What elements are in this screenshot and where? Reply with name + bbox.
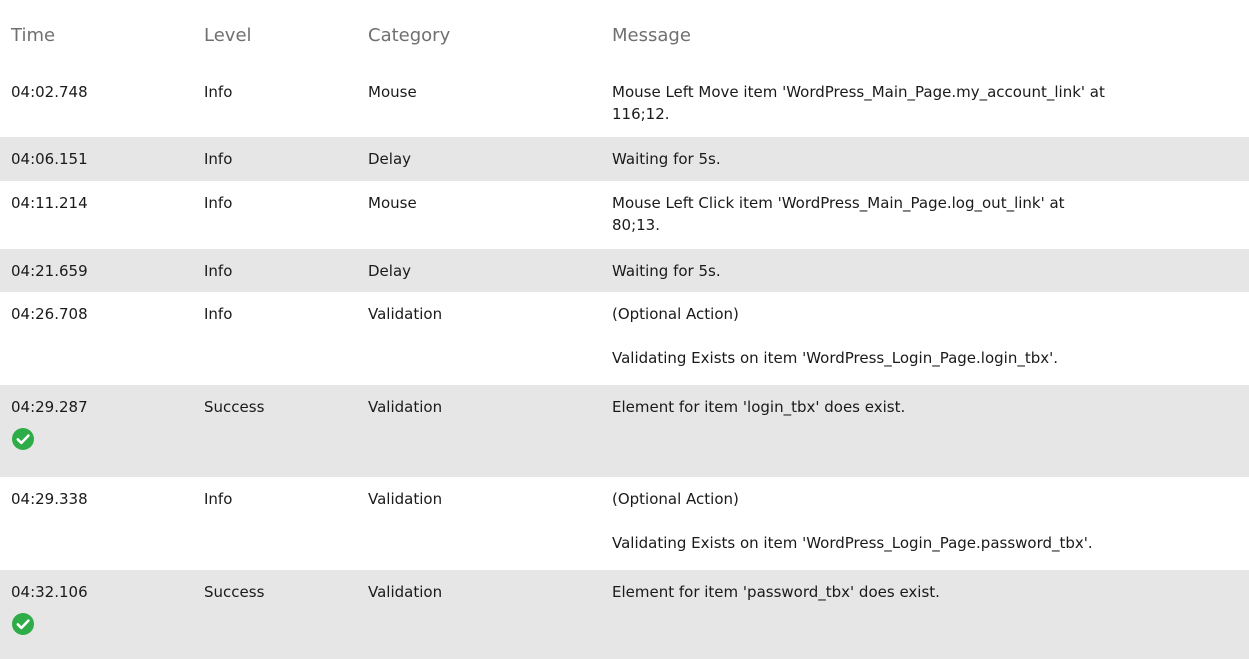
row-category: Validation — [368, 398, 443, 416]
row-time: 04:29.338 — [11, 490, 88, 508]
row-level: Info — [204, 83, 233, 101]
row-level: Info — [204, 490, 233, 508]
column-header-message[interactable]: Message — [598, 25, 1249, 46]
row-category: Validation — [368, 583, 443, 601]
row-message: Element for item 'password_tbx' does exi… — [598, 581, 1249, 659]
row-category: Validation — [368, 490, 443, 508]
row-time-text: 04:32.106 — [11, 583, 88, 601]
message-line: Validating Exists on item 'WordPress_Log… — [612, 349, 1059, 367]
message-line: 80;13. — [612, 216, 660, 234]
message-line: Mouse Left Click item 'WordPress_Main_Pa… — [612, 194, 1065, 212]
row-level: Info — [204, 194, 233, 212]
message-line: Element for item 'password_tbx' does exi… — [612, 583, 940, 601]
check-circle-icon — [12, 613, 34, 635]
row-time: 04:29.287 — [0, 396, 201, 477]
table-row[interactable]: 04:26.708 Info Validation (Optional Acti… — [0, 292, 1249, 385]
row-message: Waiting for 5s. — [598, 260, 1249, 292]
row-category: Validation — [368, 305, 443, 323]
row-message: Waiting for 5s. — [598, 148, 1249, 181]
message-line: (Optional Action) — [612, 305, 739, 323]
row-level: Success — [204, 583, 265, 601]
message-spacer — [612, 325, 1235, 347]
table-row[interactable]: 04:02.748 Info Mouse Mouse Left Move ite… — [0, 70, 1249, 137]
row-level: Info — [204, 150, 233, 168]
column-header-time[interactable]: Time — [0, 25, 201, 46]
row-category: Mouse — [368, 83, 417, 101]
table-row[interactable]: 04:06.151 Info Delay Waiting for 5s. — [0, 137, 1249, 181]
message-line: Waiting for 5s. — [612, 150, 721, 168]
row-category: Delay — [368, 262, 412, 280]
message-line: Validating Exists on item 'WordPress_Log… — [612, 534, 1093, 552]
message-line: (Optional Action) — [612, 490, 739, 508]
table-row[interactable]: 04:29.287 Success Validation Element for… — [0, 385, 1249, 477]
table-header: Time Level Category Message — [0, 0, 1249, 70]
message-spacer — [612, 510, 1235, 532]
row-time: 04:11.214 — [11, 194, 88, 212]
row-message: (Optional Action) Validating Exists on i… — [598, 488, 1249, 570]
row-message: Element for item 'login_tbx' does exist. — [598, 396, 1249, 477]
row-time: 04:06.151 — [11, 150, 88, 168]
row-level: Info — [204, 262, 233, 280]
row-message: (Optional Action) Validating Exists on i… — [598, 303, 1249, 385]
row-time: 04:02.748 — [11, 83, 88, 101]
row-time: 04:32.106 — [0, 581, 201, 659]
table-row[interactable]: 04:21.659 Info Delay Waiting for 5s. — [0, 249, 1249, 292]
row-category: Mouse — [368, 194, 417, 212]
check-circle-icon — [12, 428, 34, 450]
row-level: Success — [204, 398, 265, 416]
row-time: 04:21.659 — [11, 262, 88, 280]
table-row[interactable]: 04:11.214 Info Mouse Mouse Left Click it… — [0, 181, 1249, 249]
message-line: Mouse Left Move item 'WordPress_Main_Pag… — [612, 83, 1105, 101]
row-time-text: 04:29.287 — [11, 398, 88, 416]
row-message: Mouse Left Move item 'WordPress_Main_Pag… — [598, 81, 1249, 137]
column-header-level[interactable]: Level — [201, 25, 365, 46]
message-line: Element for item 'login_tbx' does exist. — [612, 398, 906, 416]
row-message: Mouse Left Click item 'WordPress_Main_Pa… — [598, 192, 1249, 249]
table-row[interactable]: 04:32.106 Success Validation Element for… — [0, 570, 1249, 659]
log-table: Time Level Category Message 04:02.748 In… — [0, 0, 1249, 659]
row-time: 04:26.708 — [11, 305, 88, 323]
row-category: Delay — [368, 150, 412, 168]
message-line: 116;12. — [612, 105, 670, 123]
table-row[interactable]: 04:29.338 Info Validation (Optional Acti… — [0, 477, 1249, 570]
message-line: Waiting for 5s. — [612, 262, 721, 280]
column-header-category[interactable]: Category — [365, 25, 598, 46]
row-level: Info — [204, 305, 233, 323]
